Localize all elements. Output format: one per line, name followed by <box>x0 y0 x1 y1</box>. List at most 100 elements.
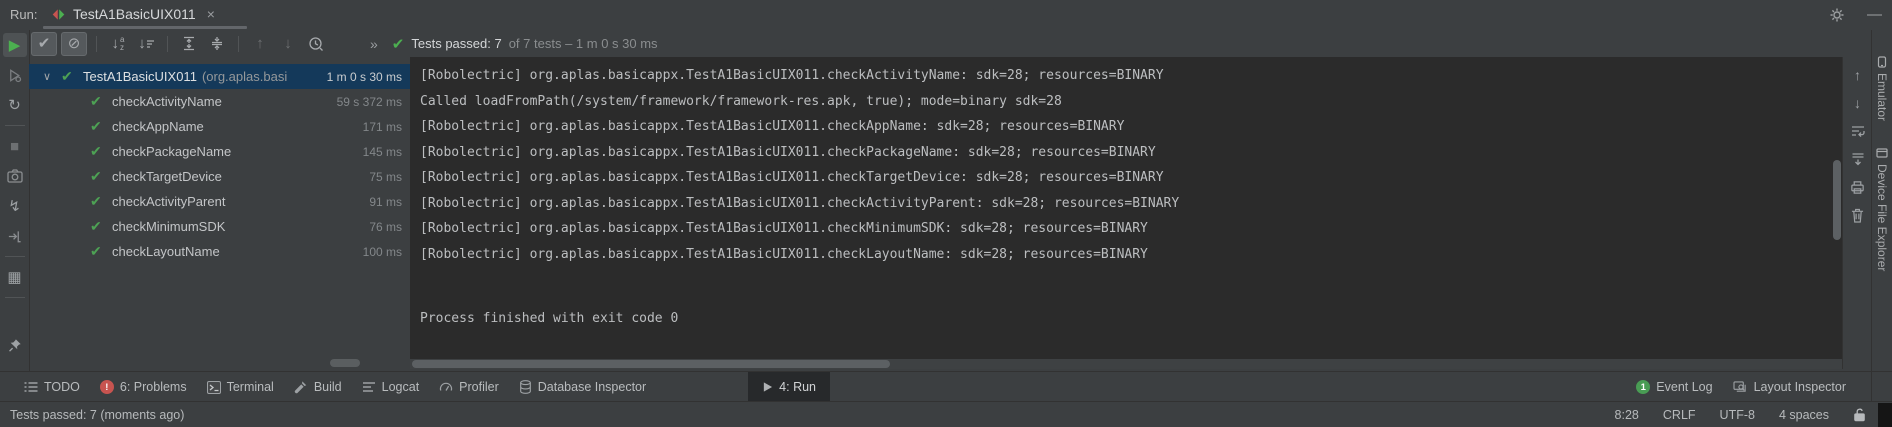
bottom-tool-window-bar: TODO ! 6: Problems Terminal Build Logcat… <box>0 371 1892 402</box>
test-passed-icon: ✔ <box>61 68 83 85</box>
test-summary: ✔ Tests passed: 7 of 7 tests – 1 m 0 s 3… <box>392 35 658 53</box>
test-name: checkPackageName <box>112 144 231 159</box>
test-name: checkTargetDevice <box>112 169 222 184</box>
test-name: checkActivityName <box>112 94 222 109</box>
caret-position-widget[interactable]: 8:28 <box>1615 408 1639 422</box>
test-history-icon[interactable] <box>304 33 328 55</box>
up-stack-trace-icon[interactable]: ↑ <box>1847 64 1869 86</box>
console-vertical-scrollbar[interactable] <box>1833 160 1841 240</box>
run-label: Run: <box>10 7 37 22</box>
process-exit-line: Process finished with exit code 0 <box>420 306 1842 332</box>
tool-window-logcat[interactable]: Logcat <box>352 372 430 402</box>
device-file-explorer-icon <box>1876 147 1888 159</box>
collapse-all-button[interactable] <box>205 33 229 55</box>
next-occurrence-button[interactable]: ↓ <box>276 33 300 55</box>
tool-window-label: Logcat <box>382 380 420 394</box>
tool-window-profiler[interactable]: Profiler <box>429 372 509 402</box>
suite-name: TestA1BasicUIX011 <box>83 69 197 84</box>
console-line: [Robolectric] org.aplas.basicappx.TestA1… <box>420 242 1842 268</box>
tool-window-build[interactable]: Build <box>284 372 352 402</box>
resize-grip-widget[interactable] <box>1878 403 1892 427</box>
test-passed-icon: ✔ <box>90 243 112 260</box>
tool-window-problems[interactable]: ! 6: Problems <box>90 372 197 402</box>
tree-horizontal-scrollbar[interactable] <box>330 359 360 367</box>
terminal-icon <box>207 381 221 394</box>
more-actions-icon[interactable]: » <box>370 36 378 52</box>
stripe-button-emulator[interactable]: Emulator <box>1875 56 1889 121</box>
soft-wrap-icon[interactable] <box>1847 120 1869 142</box>
hammer-icon <box>294 380 308 394</box>
stop-button[interactable]: ■ <box>3 134 27 158</box>
tool-window-label: Layout Inspector <box>1754 380 1846 394</box>
test-time: 76 ms <box>369 220 402 234</box>
test-row[interactable]: ✔ checkAppName 171 ms <box>29 114 410 139</box>
console-horizontal-scrollbar[interactable] <box>412 360 890 368</box>
indent-widget[interactable]: 4 spaces <box>1779 408 1829 422</box>
test-row[interactable]: ✔ checkActivityName 59 s 372 ms <box>29 89 410 114</box>
sort-alphabetically-button[interactable]: ↓ az <box>106 33 130 55</box>
event-log-button[interactable]: 1 Event Log <box>1626 380 1722 394</box>
test-toolbar: ✔ ⊘ ↓ az ↓ ↑ ↓ » <box>29 30 1872 57</box>
test-row[interactable]: ✔ checkMinimumSDK 76 ms <box>29 214 410 239</box>
console-line: [Robolectric] org.aplas.basicappx.TestA1… <box>420 63 1842 89</box>
sort-by-duration-button[interactable]: ↓ <box>134 33 158 55</box>
expand-all-button[interactable] <box>177 33 201 55</box>
tool-window-terminal[interactable]: Terminal <box>197 372 284 402</box>
tool-window-todo[interactable]: TODO <box>14 372 90 402</box>
print-icon[interactable] <box>1847 176 1869 198</box>
tool-window-label: Database Inspector <box>538 380 646 394</box>
gear-icon[interactable] <box>1825 4 1849 26</box>
test-row[interactable]: ✔ checkActivityParent 91 ms <box>29 189 410 214</box>
encoding-widget[interactable]: UTF-8 <box>1720 408 1755 422</box>
minimize-icon[interactable]: — <box>1867 5 1882 25</box>
tab-underline <box>43 26 247 29</box>
rerun-button[interactable]: ▶ <box>3 33 27 57</box>
test-passed-icon: ✔ <box>90 93 112 110</box>
scroll-to-end-icon[interactable] <box>1847 148 1869 170</box>
restore-layout-icon[interactable]: ▦ <box>3 265 27 289</box>
test-time: 59 s 372 ms <box>337 95 402 109</box>
run-config-tab[interactable]: TestA1BasicUIX011 × <box>43 1 223 27</box>
close-icon[interactable]: × <box>207 6 215 22</box>
attach-to-process-icon[interactable] <box>3 224 27 248</box>
show-ignored-button[interactable]: ⊘ <box>61 32 87 56</box>
left-toolbar-separator <box>5 125 25 126</box>
emulator-icon <box>1876 56 1888 68</box>
tool-window-run-selected[interactable]: 4: Run <box>748 372 830 402</box>
console-line: [Robolectric] org.aplas.basicappx.TestA1… <box>420 216 1842 242</box>
line-ending-widget[interactable]: CRLF <box>1663 408 1696 422</box>
screenshot-camera-icon[interactable] <box>3 164 27 188</box>
tree-root-row[interactable]: ∨ ✔ TestA1BasicUIX011 (org.aplas.basi 1 … <box>29 64 410 89</box>
chevron-down-icon[interactable]: ∨ <box>43 70 61 83</box>
console-hscroll-track[interactable] <box>410 359 1842 369</box>
tool-window-label: TODO <box>44 380 80 394</box>
test-tree: ∨ ✔ TestA1BasicUIX011 (org.aplas.basi 1 … <box>29 57 410 369</box>
test-passed-icon: ✔ <box>90 218 112 235</box>
interrupt-lightning-icon[interactable]: ↯ <box>3 194 27 218</box>
test-passed-icon: ✔ <box>90 143 112 160</box>
tool-window-label: 6: Problems <box>120 380 187 394</box>
rerun-failed-tests-icon[interactable] <box>3 63 27 87</box>
stripe-button-device-file-explorer[interactable]: Device File Explorer <box>1875 147 1889 271</box>
test-name: checkActivityParent <box>112 194 225 209</box>
tool-window-database-inspector[interactable]: Database Inspector <box>509 372 656 402</box>
pin-tab-icon[interactable] <box>3 333 27 357</box>
test-time: 171 ms <box>363 120 402 134</box>
tab-title: TestA1BasicUIX011 <box>73 6 196 22</box>
down-stack-trace-icon[interactable]: ↓ <box>1847 92 1869 114</box>
run-config-icon <box>51 7 66 22</box>
test-row[interactable]: ✔ checkPackageName 145 ms <box>29 139 410 164</box>
test-row[interactable]: ✔ checkLayoutName 100 ms <box>29 239 410 264</box>
layout-inspector-button[interactable]: Layout Inspector <box>1723 380 1856 394</box>
left-toolbar-separator <box>5 297 25 298</box>
previous-occurrence-button[interactable]: ↑ <box>248 33 272 55</box>
test-row[interactable]: ✔ checkTargetDevice 75 ms <box>29 164 410 189</box>
clear-all-trash-icon[interactable] <box>1847 204 1869 226</box>
show-passed-button[interactable]: ✔ <box>31 32 57 56</box>
toolbar-separator <box>238 36 239 52</box>
unlock-icon[interactable] <box>1853 408 1866 422</box>
suite-package: (org.aplas.basi <box>202 69 287 84</box>
toggle-auto-test-icon[interactable]: ↻ <box>3 93 27 117</box>
console-line: [Robolectric] org.aplas.basicappx.TestA1… <box>420 191 1842 217</box>
status-bar: Tests passed: 7 (moments ago) 8:28 CRLF … <box>0 401 1892 427</box>
